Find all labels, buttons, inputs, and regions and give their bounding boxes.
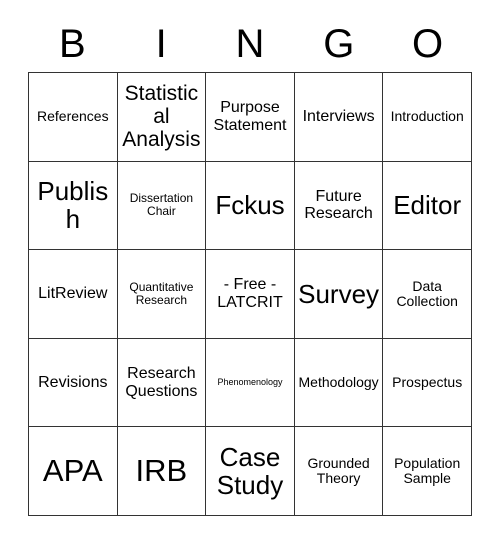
bingo-cell-label: Phenomenology — [217, 376, 283, 387]
bingo-cell[interactable]: Purpose Statement — [206, 73, 295, 162]
bingo-header-row: B I N G O — [28, 16, 472, 72]
bingo-cell[interactable]: Case Study — [206, 427, 295, 516]
bingo-cell-label: Survey — [298, 278, 380, 309]
bingo-cell-label: Purpose Statement — [213, 99, 287, 134]
bingo-cell[interactable]: Grounded Theory — [294, 427, 384, 516]
bingo-cell[interactable]: Revisions — [29, 338, 118, 428]
bingo-cell-label: Population Sample — [394, 454, 461, 487]
bingo-cell-label: IRB — [135, 453, 188, 489]
bingo-cell-label: Grounded Theory — [307, 454, 370, 487]
bingo-cell-label: LitReview — [38, 285, 108, 303]
bingo-cell[interactable]: Methodology — [294, 338, 384, 428]
bingo-cell-label: Quantitative Research — [129, 279, 194, 307]
bingo-cell-free-space[interactable]: - Free - LATCRIT — [206, 250, 295, 339]
bingo-cell[interactable]: Population Sample — [383, 427, 472, 516]
bingo-cell-label: Editor — [393, 190, 462, 221]
bingo-cell-label: - Free - LATCRIT — [217, 276, 283, 311]
bingo-cell[interactable]: Dissertation Chair — [117, 161, 207, 251]
bingo-cell-label: Case Study — [216, 441, 284, 501]
bingo-cell-label: Future Research — [304, 187, 373, 223]
bingo-header-letter-n: N — [235, 22, 265, 66]
bingo-cell-label: Statistical Analysis — [122, 82, 201, 152]
bingo-cell[interactable]: LitReview — [29, 250, 118, 339]
bingo-cell-label: APA — [42, 453, 103, 489]
bingo-cell-label: Dissertation Chair — [129, 191, 194, 219]
bingo-cell[interactable]: Phenomenology — [206, 338, 295, 428]
bingo-cell[interactable]: Editor — [383, 161, 472, 251]
bingo-cell-label: Methodology — [298, 373, 379, 390]
bingo-cell-label: References — [37, 108, 109, 125]
bingo-cell[interactable]: Prospectus — [383, 338, 472, 428]
bingo-cell[interactable]: Fckus — [206, 161, 295, 251]
bingo-cell[interactable]: Introduction — [383, 73, 472, 162]
bingo-cell[interactable]: Publish — [29, 161, 118, 251]
bingo-cell-label: Introduction — [390, 108, 464, 125]
bingo-cell-label: Prospectus — [392, 373, 463, 390]
bingo-cell[interactable]: IRB — [117, 427, 207, 516]
bingo-header-letter-i: I — [155, 22, 167, 66]
bingo-cell[interactable]: Interviews — [294, 73, 384, 162]
bingo-cell[interactable]: Data Collection — [383, 250, 472, 339]
bingo-cell[interactable]: APA — [29, 427, 118, 516]
bingo-cell-label: Revisions — [38, 373, 108, 391]
bingo-header-letter-b: B — [59, 22, 86, 66]
bingo-cell[interactable]: References — [29, 73, 118, 162]
bingo-cell-label: Fckus — [215, 190, 285, 221]
bingo-cell[interactable]: Quantitative Research — [117, 250, 207, 339]
bingo-cell-label: Publish — [37, 175, 109, 235]
bingo-cell[interactable]: Survey — [294, 250, 384, 339]
bingo-cell-label: Data Collection — [396, 277, 458, 309]
bingo-header-letter-o: O — [412, 22, 444, 66]
bingo-grid: References Statistical Analysis Purpose … — [28, 72, 472, 516]
bingo-cell[interactable]: Research Questions — [117, 338, 207, 428]
bingo-cell-label: Research Questions — [125, 365, 198, 400]
bingo-card: B I N G O References Statistical Analysi… — [0, 0, 500, 544]
bingo-cell[interactable]: Statistical Analysis — [117, 73, 207, 162]
bingo-cell-label: Interviews — [302, 108, 375, 125]
bingo-cell[interactable]: Future Research — [294, 161, 384, 251]
bingo-header-letter-g: G — [323, 22, 355, 66]
